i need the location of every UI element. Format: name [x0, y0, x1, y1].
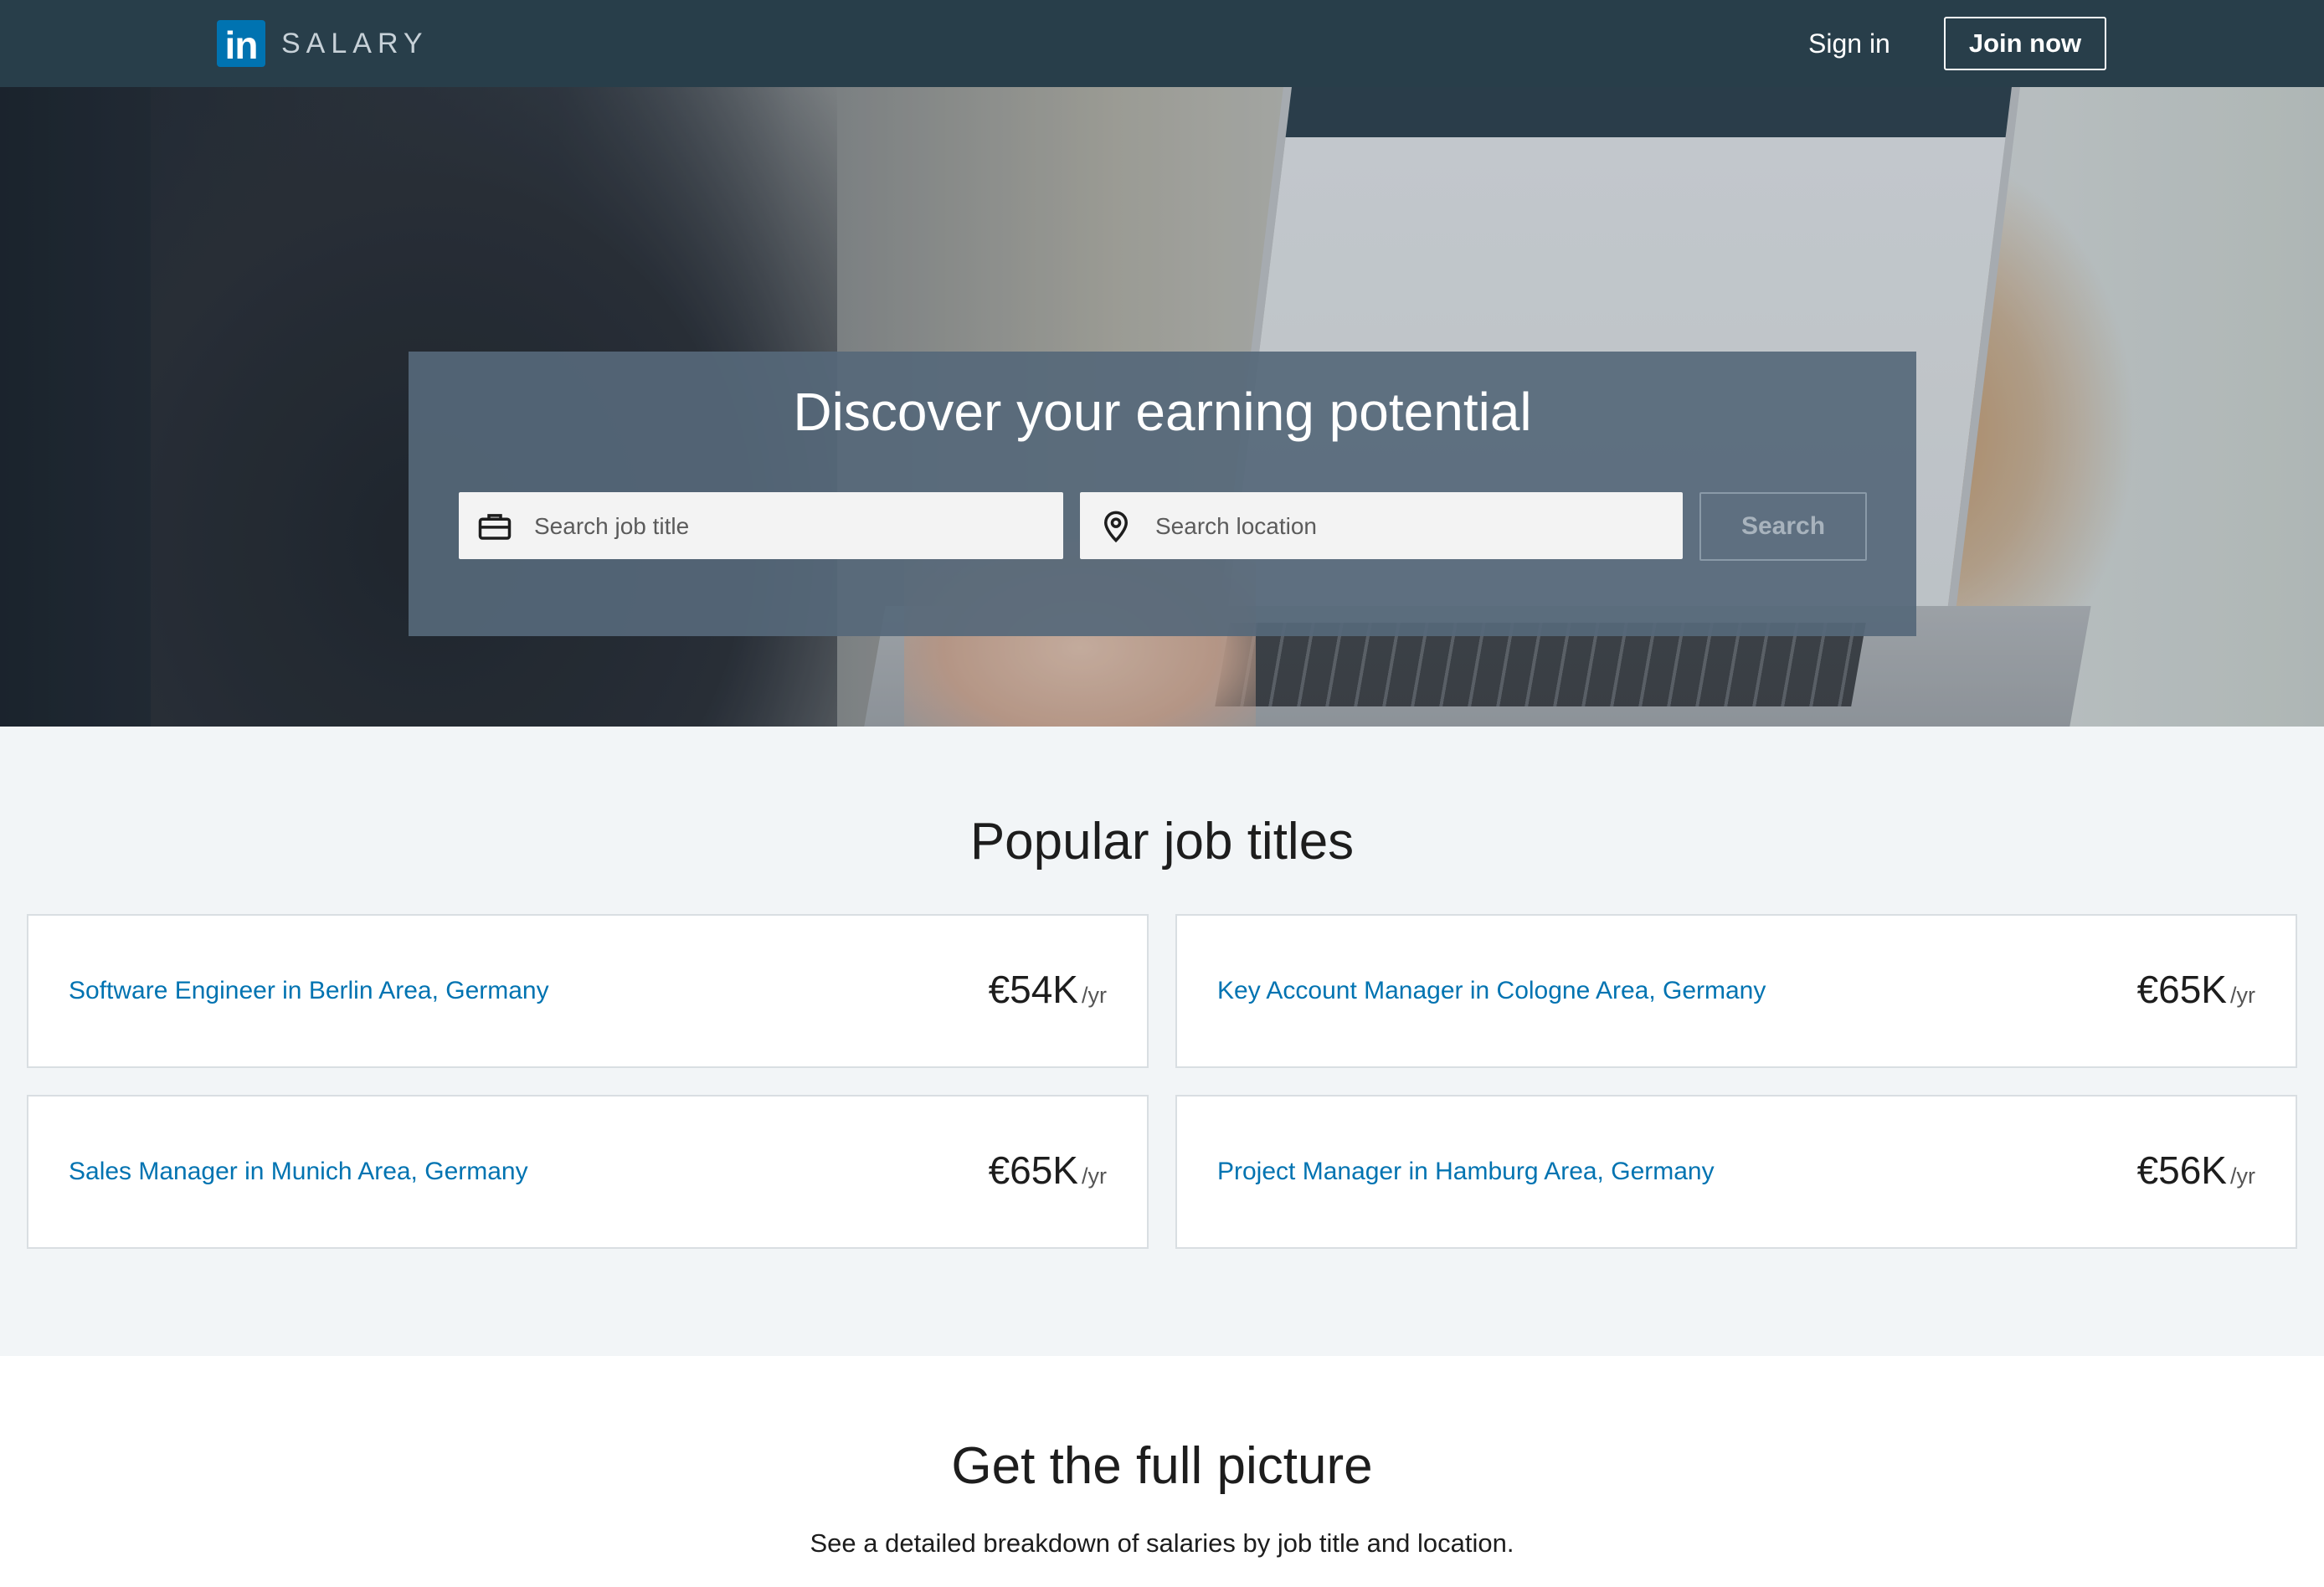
linkedin-logo[interactable]: in — [217, 20, 265, 67]
salary-unit: /yr — [1082, 1163, 1107, 1189]
search-panel: Discover your earning potential Search — [409, 352, 1916, 636]
job-card-title[interactable]: Project Manager in Hamburg Area, Germany — [1217, 1155, 1715, 1189]
salary-unit: /yr — [2230, 983, 2255, 1008]
sign-in-link[interactable]: Sign in — [1808, 25, 1890, 62]
briefcase-icon — [478, 514, 512, 540]
full-picture-title: Get the full picture — [951, 1437, 1373, 1495]
job-title-input[interactable] — [532, 492, 1038, 561]
popular-section-title: Popular job titles — [969, 813, 1355, 871]
location-pin-icon — [1103, 511, 1129, 543]
popular-job-titles-section: Popular job titles Software Engineer in … — [0, 727, 2324, 1356]
job-card[interactable]: Software Engineer in Berlin Area, German… — [27, 914, 1149, 1068]
job-card-title[interactable]: Key Account Manager in Cologne Area, Ger… — [1217, 974, 1766, 1008]
job-title-search-field[interactable] — [459, 492, 1063, 561]
job-card[interactable]: Sales Manager in Munich Area, Germany €6… — [27, 1095, 1149, 1249]
job-card-title[interactable]: Software Engineer in Berlin Area, German… — [69, 974, 549, 1008]
hero-banner: Discover your earning potential Search — [0, 87, 2324, 727]
full-picture-subtitle: See a detailed breakdown of salaries by … — [810, 1528, 1514, 1558]
job-card-salary: €65K/yr — [2136, 968, 2255, 1011]
job-card-salary: €56K/yr — [2136, 1148, 2255, 1192]
search-button[interactable]: Search — [1699, 492, 1867, 561]
job-card-salary: €54K/yr — [988, 968, 1107, 1011]
top-nav: in SALARY Sign in Join now — [0, 0, 2324, 87]
full-picture-section: Get the full picture See a detailed brea… — [0, 1356, 2324, 1587]
job-card-title[interactable]: Sales Manager in Munich Area, Germany — [69, 1155, 528, 1189]
location-search-field[interactable] — [1080, 492, 1683, 561]
location-input[interactable] — [1154, 492, 1659, 561]
job-card[interactable]: Key Account Manager in Cologne Area, Ger… — [1175, 914, 2297, 1068]
join-now-button[interactable]: Join now — [1944, 17, 2106, 70]
salary-unit: /yr — [1082, 983, 1107, 1008]
salary-logo-text[interactable]: SALARY — [281, 25, 429, 62]
salary-unit: /yr — [2230, 1163, 2255, 1189]
job-card-salary: €65K/yr — [988, 1148, 1107, 1192]
hero-title: Discover your earning potential — [793, 382, 1532, 442]
job-card[interactable]: Project Manager in Hamburg Area, Germany… — [1175, 1095, 2297, 1249]
